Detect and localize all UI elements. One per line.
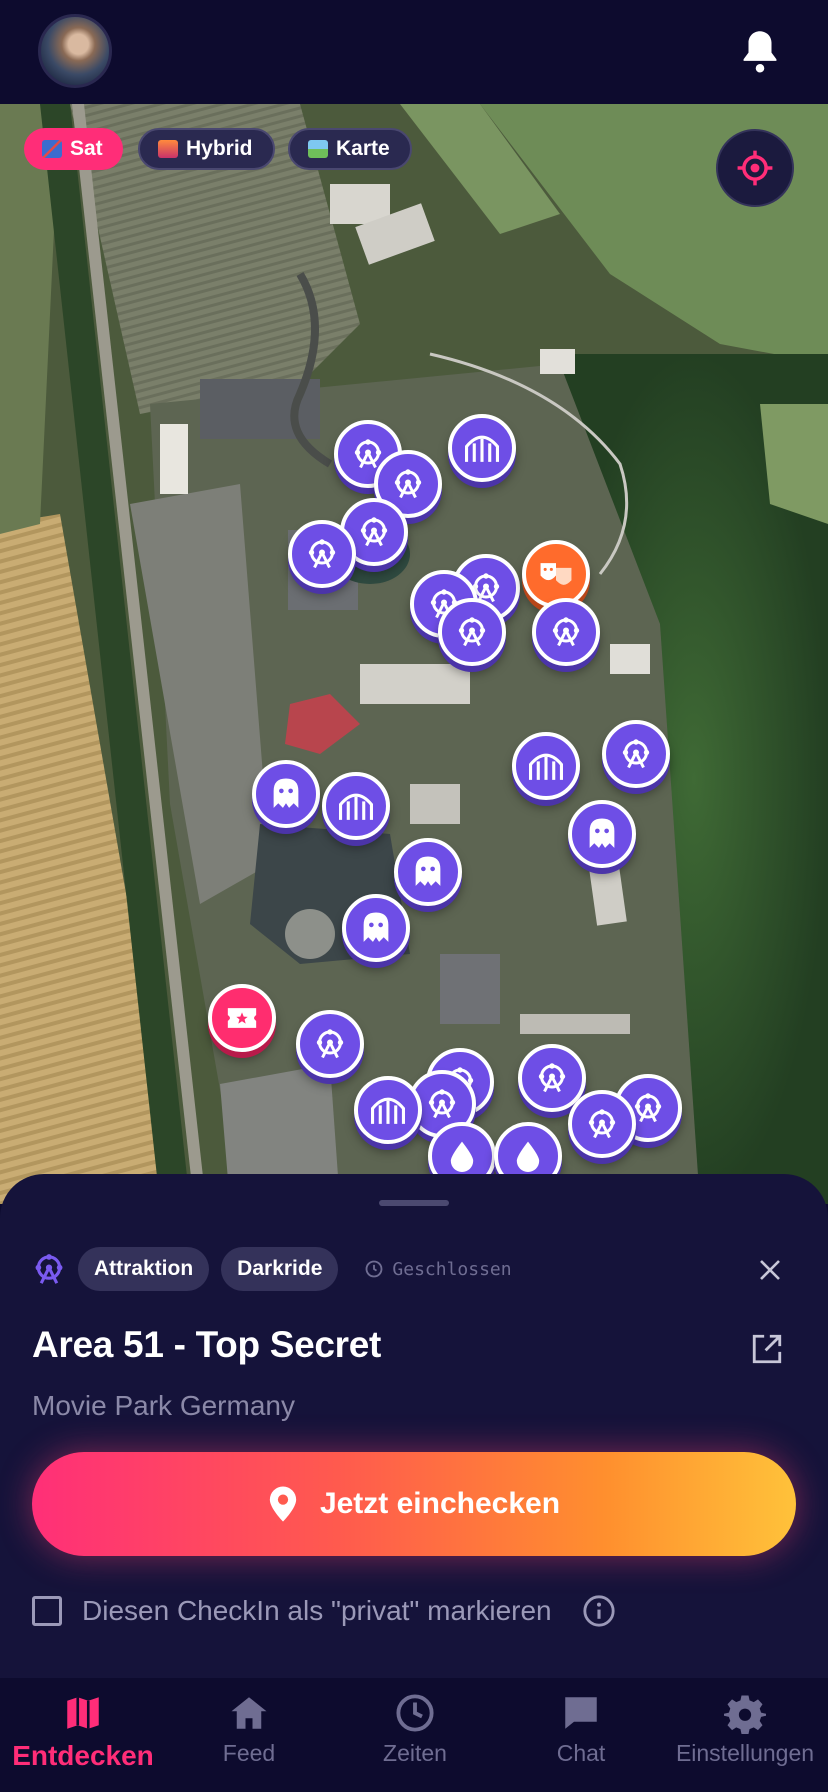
map-imagery: [0, 104, 828, 1204]
locate-me-button[interactable]: [716, 129, 794, 207]
tag-type: Darkride: [221, 1247, 339, 1291]
roller-coaster-icon: [339, 793, 373, 820]
ferris-wheel-icon: [428, 1089, 456, 1119]
attraction-detail-sheet: Attraktion Darkride Geschlossen Area 51 …: [0, 1174, 828, 1678]
tab-label: Zeiten: [383, 1740, 447, 1766]
clock-icon: [396, 1694, 434, 1732]
map-pin-ferris-wheel[interactable]: [602, 720, 670, 788]
city-icon: [158, 140, 178, 158]
map-pin-roller-coaster[interactable]: [512, 732, 580, 800]
map-pin-ferris-wheel[interactable]: [568, 1090, 636, 1158]
satellite-map[interactable]: [0, 104, 828, 1204]
maptype-sat-label: Sat: [70, 137, 103, 160]
maptype-karte-button[interactable]: Karte: [288, 128, 412, 170]
close-icon[interactable]: [758, 1258, 782, 1282]
maptype-hybrid-label: Hybrid: [186, 137, 253, 160]
ferris-wheel-icon: [308, 539, 336, 569]
map-pin-ferris-wheel[interactable]: [438, 598, 506, 666]
map-pin-ferris-wheel[interactable]: [296, 1010, 364, 1078]
attraction-title: Area 51 - Top Secret: [32, 1324, 382, 1365]
ferris-wheel-icon: [588, 1109, 616, 1139]
attraction-tags: Attraktion Darkride Geschlossen: [32, 1246, 512, 1292]
sheet-drag-handle[interactable]: [379, 1200, 449, 1206]
tab-zeiten[interactable]: Zeiten: [332, 1692, 498, 1767]
map-icon: [308, 140, 328, 158]
private-checkin-row: Diesen CheckIn als "privat" markieren: [32, 1594, 616, 1628]
tab-label: Chat: [556, 1740, 606, 1766]
tab-chat[interactable]: Chat: [498, 1692, 664, 1767]
ferris-wheel-icon: [316, 1029, 344, 1059]
user-avatar[interactable]: [38, 14, 112, 88]
tab-label: Einstellungen: [675, 1740, 815, 1766]
info-icon[interactable]: [582, 1594, 616, 1628]
status-text: Geschlossen: [392, 1258, 512, 1280]
water-drop-icon: [516, 1141, 540, 1172]
map-pin-ghost[interactable]: [394, 838, 462, 906]
map-pin-ferris-wheel[interactable]: [532, 598, 600, 666]
water-drop-icon: [450, 1141, 474, 1172]
chat-icon: [565, 1697, 597, 1729]
clock-icon: [365, 1260, 383, 1278]
map-pin-roller-coaster[interactable]: [322, 772, 390, 840]
ghost-icon: [589, 818, 615, 848]
map-pin-theater[interactable]: [522, 540, 590, 608]
tab-label: Feed: [222, 1740, 276, 1766]
theater-masks-icon: [540, 563, 572, 585]
ghost-icon: [415, 856, 441, 886]
park-name: Movie Park Germany: [32, 1390, 295, 1421]
bottom-tab-bar: Entdecken Feed Zeiten Chat Einstellungen: [0, 1678, 828, 1792]
map-icon: [67, 1697, 99, 1729]
roller-coaster-icon: [465, 435, 499, 462]
private-checkbox[interactable]: [32, 1596, 62, 1626]
satellite-icon: [42, 140, 62, 158]
external-link-icon[interactable]: [750, 1332, 784, 1366]
map-pin-ferris-wheel[interactable]: [288, 520, 356, 588]
maptype-hybrid-button[interactable]: Hybrid: [138, 128, 275, 170]
maptype-sat-button[interactable]: Sat: [24, 128, 123, 170]
ferris-wheel-icon: [35, 1254, 63, 1284]
ferris-wheel-icon: [360, 517, 388, 547]
ferris-wheel-icon: [622, 739, 650, 769]
map-pin-ticket[interactable]: [208, 984, 276, 1052]
checkin-label: Jetzt einchecken: [319, 1487, 561, 1520]
home-icon: [231, 1697, 267, 1729]
map-pin-ghost[interactable]: [252, 760, 320, 828]
roller-coaster-icon: [529, 753, 563, 780]
map-pin-roller-coaster[interactable]: [448, 414, 516, 482]
ghost-icon: [363, 912, 389, 942]
location-pin-icon: [269, 1486, 297, 1522]
app-header: [0, 0, 828, 104]
checkin-button[interactable]: Jetzt einchecken: [32, 1452, 796, 1556]
map-pin-ghost[interactable]: [568, 800, 636, 868]
ferris-wheel-icon: [458, 617, 486, 647]
map-pin-ghost[interactable]: [342, 894, 410, 962]
ferris-wheel-icon: [394, 469, 422, 499]
ferris-wheel-icon: [538, 1063, 566, 1093]
tab-entdecken[interactable]: Entdecken: [0, 1692, 166, 1772]
gear-icon: [724, 1695, 766, 1734]
map-pin-roller-coaster[interactable]: [354, 1076, 422, 1144]
private-label: Diesen CheckIn als "privat" markieren: [82, 1595, 552, 1626]
tab-einstellungen[interactable]: Einstellungen: [662, 1692, 828, 1767]
tab-feed[interactable]: Feed: [166, 1692, 332, 1767]
bell-icon[interactable]: [740, 28, 780, 74]
tab-label: Entdecken: [12, 1740, 154, 1771]
ghost-icon: [273, 778, 299, 808]
roller-coaster-icon: [371, 1097, 405, 1124]
status-badge: Geschlossen: [364, 1258, 512, 1280]
tag-category: Attraktion: [78, 1247, 210, 1291]
ferris-wheel-icon: [552, 617, 580, 647]
ticket-icon: [227, 1008, 257, 1028]
maptype-karte-label: Karte: [336, 137, 390, 160]
crosshair-icon: [737, 150, 773, 186]
